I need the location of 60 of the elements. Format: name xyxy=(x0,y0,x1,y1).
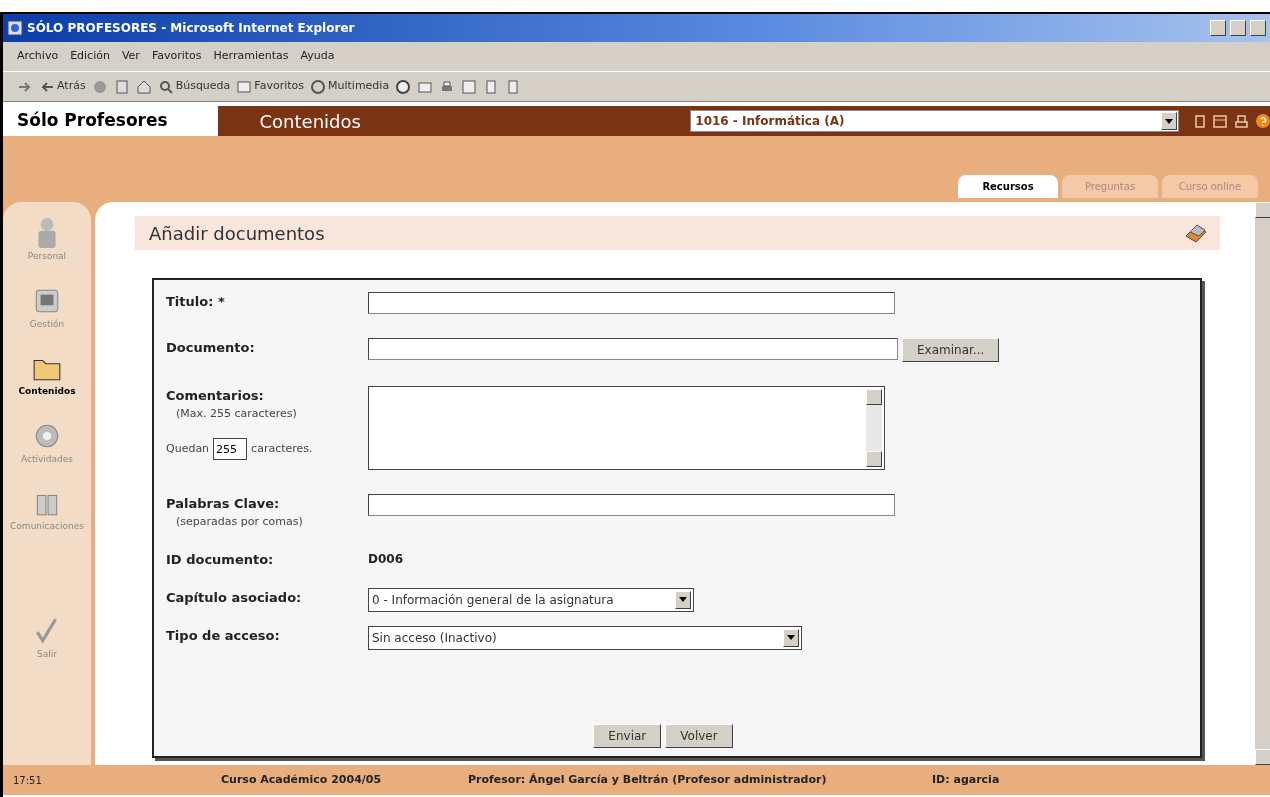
dropdown[interactable]: Sin acceso (Inactivo) xyxy=(368,625,802,650)
field-label: Documento: xyxy=(166,339,256,357)
maximize-button[interactable] xyxy=(1230,20,1246,36)
minimize-button[interactable] xyxy=(1210,20,1226,36)
window-icon[interactable] xyxy=(461,78,478,95)
help-icon[interactable] xyxy=(1256,114,1270,128)
text-field[interactable] xyxy=(368,292,895,314)
close-button[interactable] xyxy=(1250,20,1266,36)
tab[interactable]: Recursos xyxy=(958,175,1058,198)
course-dropdown[interactable]: 1016 - Informática (A) xyxy=(690,110,1179,132)
search-icon xyxy=(157,78,174,95)
status-text: Profesor: Ángel García y Beltrán (Profesor administrador) xyxy=(468,771,828,788)
eraser-icon xyxy=(1184,222,1208,244)
counter-label: caracteres. xyxy=(251,440,313,457)
form-button[interactable]: Volver xyxy=(665,724,733,748)
toolbar-button[interactable]: Búsqueda xyxy=(175,78,231,95)
scrollbar[interactable] xyxy=(1255,202,1270,765)
menu-item[interactable]: Edición xyxy=(70,48,110,65)
caret-icon xyxy=(783,628,799,647)
field-label: Titulo: * xyxy=(166,293,226,311)
menu-item[interactable]: Ver xyxy=(121,48,140,65)
field-label: Comentarios: xyxy=(166,387,265,405)
field-label: Palabras Clave: xyxy=(166,495,281,513)
menu-item[interactable]: Favoritos xyxy=(151,48,202,65)
section-title: Contenidos xyxy=(258,109,362,134)
home-icon[interactable] xyxy=(135,78,152,95)
text-field[interactable] xyxy=(368,494,895,516)
toolbar-button[interactable]: Multimedia xyxy=(328,78,390,95)
form-button[interactable]: Enviar xyxy=(593,724,662,748)
document-id: D006 xyxy=(368,551,403,568)
document-icon[interactable] xyxy=(1195,114,1205,128)
window-icon[interactable] xyxy=(1213,114,1227,128)
status-text: Curso Académico 2004/05 xyxy=(221,771,383,788)
field-hint: (Max. 255 caracteres) xyxy=(175,405,298,422)
comment-field[interactable] xyxy=(368,386,885,470)
field-label: Tipo de acceso: xyxy=(166,626,281,645)
browser-logo-icon xyxy=(7,20,23,36)
menu-item[interactable]: Herramientas xyxy=(213,48,289,65)
field-hint: (separadas por comas) xyxy=(175,513,304,530)
clock-time: 17:51 xyxy=(12,773,43,788)
menu-item[interactable]: Archivo xyxy=(17,48,59,65)
toolbar-button[interactable]: Favoritos xyxy=(254,78,304,95)
menu-item[interactable]: Ayuda xyxy=(300,48,335,65)
site-name: Sólo Profesores xyxy=(3,106,218,136)
remaining-count-field[interactable]: 255 xyxy=(213,438,248,460)
page-heading: Añadir documentos xyxy=(149,221,325,246)
caret-icon[interactable] xyxy=(1165,118,1173,124)
field-label: ID documento: xyxy=(166,551,275,569)
print-icon[interactable] xyxy=(1235,114,1248,128)
status-text: ID: agarcia xyxy=(932,771,1000,788)
dropdown[interactable]: 0 - Información general de la asignatura xyxy=(368,587,694,612)
browse-button[interactable]: Examinar... xyxy=(902,338,1000,362)
window-title: SÓLO PROFESORES - Microsoft Internet Explorer xyxy=(27,19,356,37)
counter-label: Quedan xyxy=(166,440,210,457)
field-label: Capítulo asociado: xyxy=(166,588,303,607)
file-path-field[interactable] xyxy=(368,338,898,360)
scrollbar[interactable] xyxy=(866,389,882,467)
toolbar-button[interactable]: Atrás xyxy=(57,78,86,95)
caret-icon xyxy=(675,590,691,609)
sidebar-item[interactable]: Contenidos xyxy=(18,385,76,399)
